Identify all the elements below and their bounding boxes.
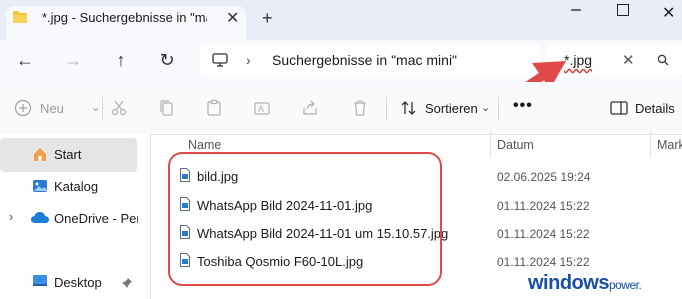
expand-chevron-icon[interactable]: › [9,209,13,224]
sidebar-item-onedrive[interactable]: OneDrive - Perso [54,211,138,226]
pin-icon[interactable] [121,277,133,289]
watermark-main: windows [528,272,609,294]
sidebar-item-desktop[interactable]: Desktop [54,275,102,290]
file-date: 01.11.2024 15:22 [497,255,590,269]
maximize-icon[interactable] [617,4,629,16]
column-header-mark[interactable]: Mark [657,138,682,152]
copy-icon[interactable] [158,99,176,117]
sidebar-item-katalog[interactable]: Katalog [54,179,98,194]
paste-icon[interactable] [205,99,223,117]
refresh-button[interactable]: ↻ [156,50,178,71]
breadcrumb-chevron-icon[interactable]: › [246,52,251,68]
desktop-icon [33,275,47,286]
onedrive-cloud-icon [31,212,49,223]
new-button[interactable]: Neu [40,101,64,116]
breadcrumb-location[interactable]: Suchergebnisse in "mac mini" [272,52,457,68]
monitor-icon [212,53,228,67]
watermark-logo: windowspower. [528,272,642,295]
up-button[interactable]: ↑ [110,50,132,71]
rename-icon[interactable]: A [253,99,271,117]
search-icon[interactable] [657,54,669,66]
file-date: 02.06.2025 19:24 [497,170,591,184]
share-icon[interactable] [301,99,319,117]
sort-chevron-down-icon[interactable]: ⌄ [481,101,490,114]
column-divider[interactable] [650,132,651,158]
sidebar-item-label: Start [54,147,82,162]
window-close-icon[interactable]: ✕ [662,3,675,23]
new-plus-icon[interactable] [14,99,32,117]
forward-button[interactable]: → [62,50,84,71]
annotation-highlight-box [168,152,442,286]
toolbar-divider [498,97,499,121]
column-header-name[interactable]: Name [188,138,221,152]
file-date: 01.11.2024 15:22 [497,199,590,213]
watermark-suffix: power. [608,278,642,292]
column-header-date[interactable]: Datum [497,138,534,152]
svg-text:A: A [258,104,264,114]
new-tab-button[interactable]: + [262,8,273,29]
minimize-icon[interactable] [569,3,583,17]
details-button[interactable]: Details [635,101,675,116]
toolbar-divider [386,97,387,121]
sort-icon[interactable] [400,100,418,116]
cut-icon[interactable] [110,99,128,117]
tab-title: *.jpg - Suchergebnisse in "mac [42,10,207,25]
delete-icon[interactable] [351,99,369,117]
search-clear-icon[interactable]: ✕ [622,51,635,69]
details-pane-icon[interactable] [610,100,628,116]
new-chevron-down-icon[interactable]: ⌄ [91,101,100,114]
gallery-icon [33,180,47,192]
tab-close-icon[interactable]: ✕ [226,8,239,28]
folder-icon [13,11,27,23]
more-options-button[interactable]: ••• [513,97,533,115]
sort-button[interactable]: Sortieren [425,101,478,116]
home-icon [34,148,46,161]
toolbar-divider [102,97,103,121]
column-divider[interactable] [490,132,491,158]
back-button[interactable]: ← [14,50,36,71]
file-date: 01.11.2024 15:22 [497,227,590,241]
